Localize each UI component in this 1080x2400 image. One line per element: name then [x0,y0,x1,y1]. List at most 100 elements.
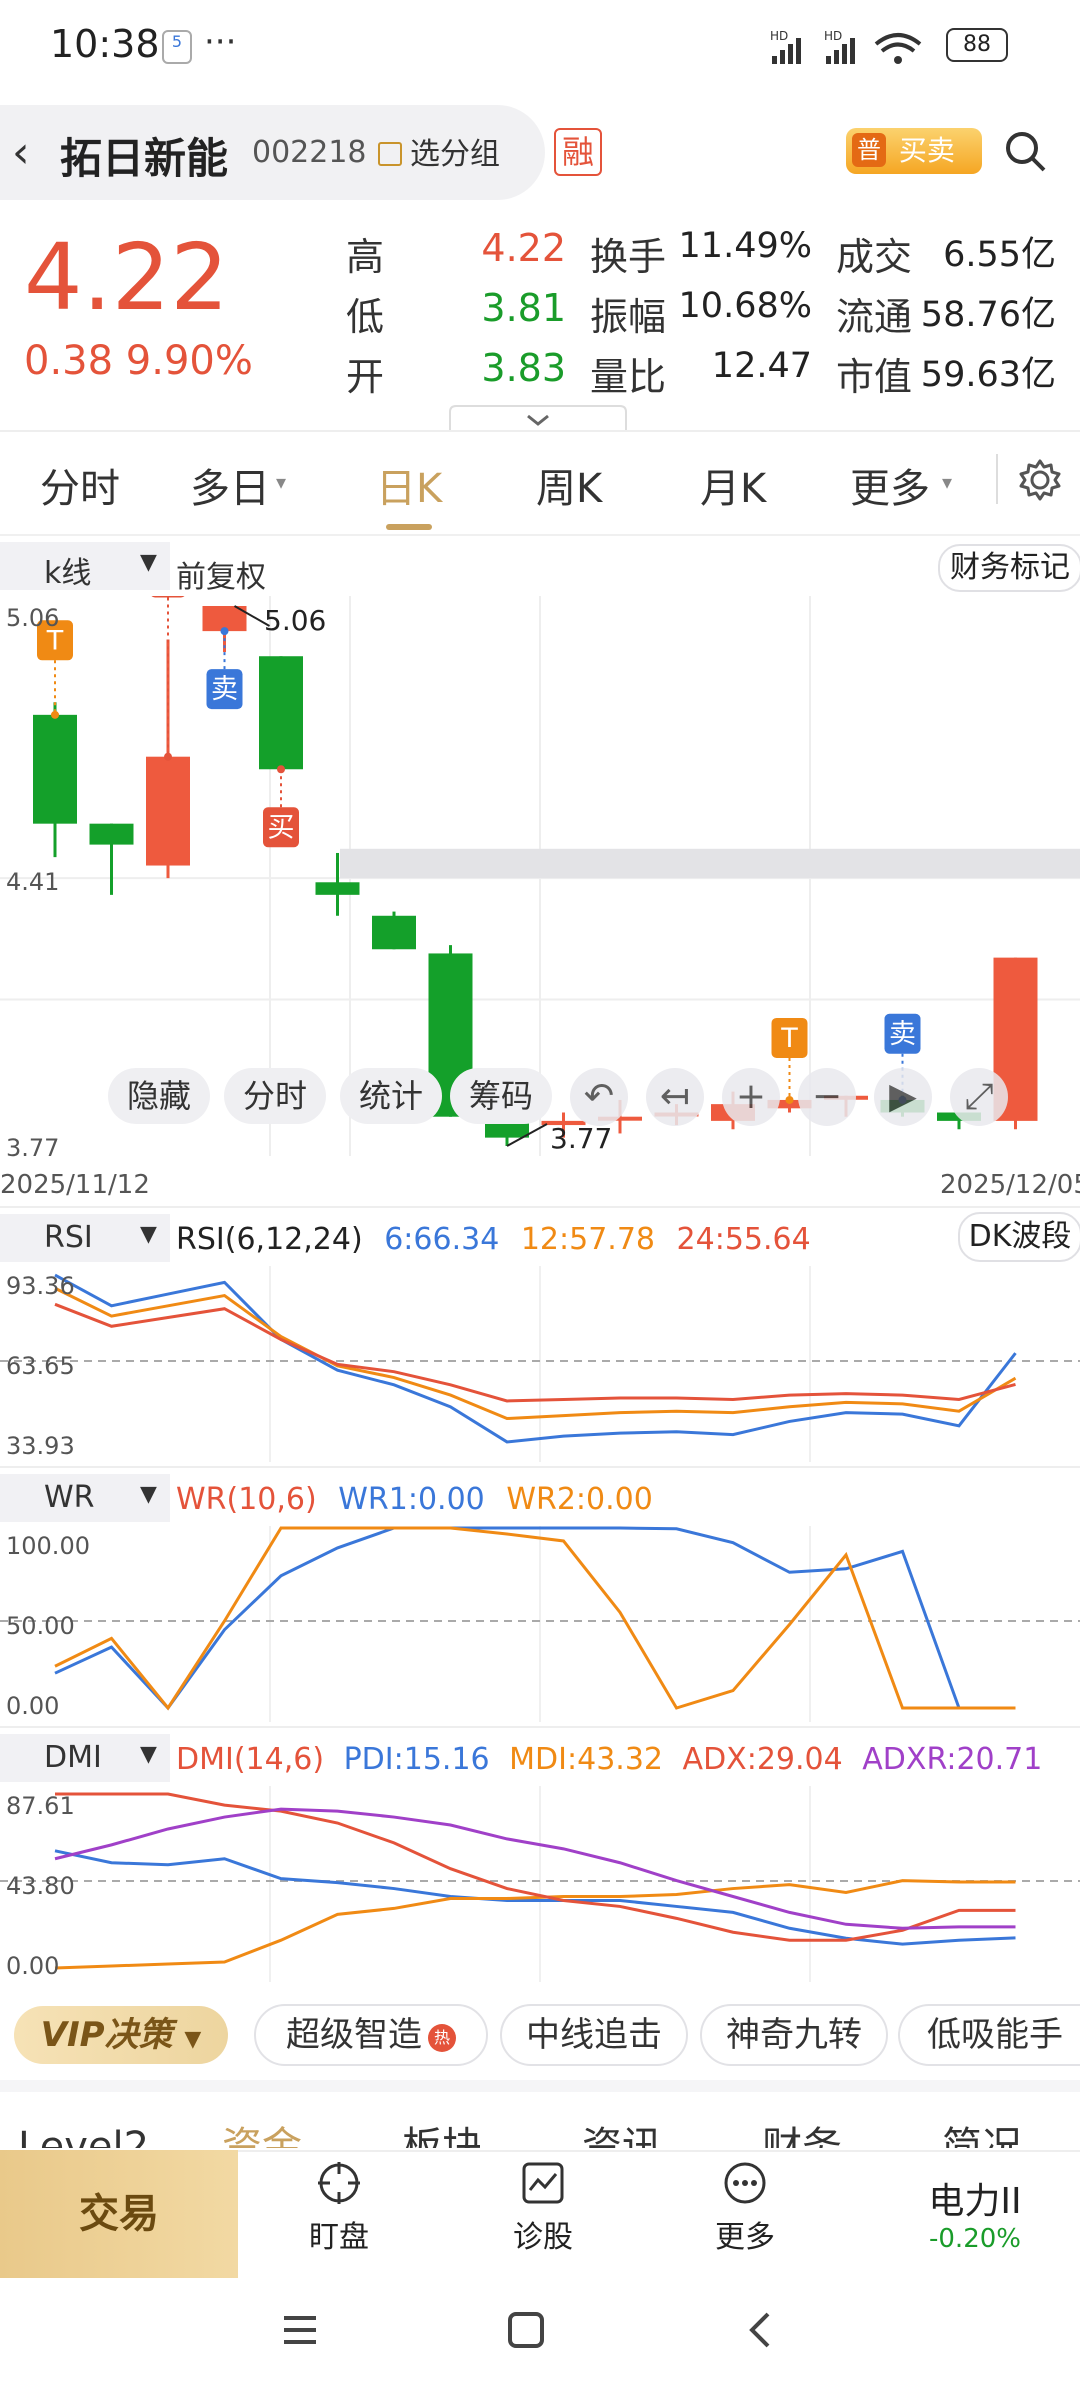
vip-chip-label: 超级智造 [286,2015,422,2055]
candle-body[interactable] [146,756,190,866]
wr-y-bot: 0.00 [6,1692,60,1720]
nav-item-1[interactable]: 诊股 [488,2160,598,2256]
dropdown-arrow-icon: ▼ [184,2027,202,2052]
mdi-value: MDI:43.32 [509,1742,663,1777]
vip-chip-1[interactable]: 中线追击 [500,2004,688,2066]
vip-chip-0[interactable]: 超级智造热 [254,2004,488,2066]
finance-marker-button[interactable]: 财务标记 [938,544,1080,592]
trade-button[interactable]: 交易 [0,2150,238,2278]
dk-band-button[interactable]: DK波段 [958,1212,1080,1262]
rsi-indicator-selector[interactable]: RSI ▼ [0,1214,170,1262]
vip-chip-3[interactable]: 低吸能手 [898,2004,1080,2066]
change-percent: 9.90% [125,338,253,384]
undo-icon[interactable]: ↶ [570,1068,628,1126]
kline-type-label: k线 [44,556,92,591]
signal-button[interactable]: 普 买卖点 [846,128,982,213]
signal-dot [164,752,172,761]
search-icon[interactable] [1004,130,1048,174]
back-icon[interactable]: ‹ [12,127,30,178]
bottom-tab-1[interactable]: 资金 [222,2112,302,2148]
battery-level: 88 [963,32,991,57]
notification-icon: 5 [162,30,192,64]
dmi-label: DMI [44,1740,102,1775]
dmi-indicator-selector[interactable]: DMI ▼ [0,1734,170,1782]
dropdown-arrow-icon: ▾ [942,470,953,494]
kline-control-0[interactable]: 隐藏 [108,1068,210,1124]
back-nav-icon[interactable] [740,2310,780,2350]
dropdown-arrow-icon: ▼ [140,1742,157,1767]
fullscreen-icon[interactable]: ⤢ [950,1068,1008,1126]
settings-gear-icon[interactable] [1018,458,1062,502]
tab-0[interactable]: 分时 [40,456,120,514]
home-icon[interactable] [506,2310,546,2350]
candle-body[interactable] [315,882,360,895]
bottom-tab-0[interactable]: Level2 [18,2112,149,2148]
kline-y-top: 5.06 [6,604,60,632]
vip-chip-label: 低吸能手 [927,2015,1063,2055]
rsi-label: RSI [44,1220,93,1255]
wr-title: WR(10,6) [176,1482,317,1517]
tab-5[interactable]: 更多 [850,456,930,514]
kline-type-selector[interactable]: k线 ▼ [0,542,170,591]
kline-control-1[interactable]: 分时 [224,1068,326,1124]
dmi-y-top: 87.61 [6,1792,75,1820]
kline-control-2[interactable]: 统计 [340,1068,442,1124]
step-back-icon[interactable]: ↤ [646,1068,704,1126]
svg-text:HD: HD [770,29,788,43]
wr-indicator-selector[interactable]: WR ▼ [0,1474,170,1522]
change-value: 0.38 [24,338,114,384]
bottom-tab-2[interactable]: 板块 [402,2112,482,2148]
bottom-tab-5[interactable]: 简况 [942,2112,1022,2148]
diagnosis-chart-icon [522,2162,564,2204]
series-line-3 [54,1807,1016,1930]
tab-3[interactable]: 周K [536,456,602,514]
tab-2[interactable]: 日K [376,456,442,514]
kline-low-marker: 3.77 [550,1122,613,1155]
candle-body[interactable] [372,915,416,950]
adx-value: ADX:29.04 [682,1742,843,1777]
wr-chart [0,1526,1080,1722]
kline-y-mid: 4.41 [6,868,60,896]
series-line-2 [54,1302,1016,1403]
svg-text:HD: HD [824,29,842,43]
margin-badge[interactable]: 融 [554,128,602,176]
vip-chip-label: 神奇九转 [726,2015,862,2055]
candle-body[interactable] [89,823,134,845]
vip-label: VIP决策 [40,2015,173,2055]
dmi-legend: DMI(14,6) PDI:15.16 MDI:43.32 ADX:29.04 … [176,1742,1042,1777]
nav-item-0[interactable]: 盯盘 [284,2160,394,2256]
watch-group-button[interactable]: 选分组 [378,129,500,173]
rsi-y-top: 93.36 [6,1272,75,1300]
index-name[interactable]: 电力II [880,2172,1070,2224]
zoom-in-icon[interactable]: + [722,1068,780,1126]
zoom-out-icon[interactable]: − [798,1068,856,1126]
battery-icon: 88 [946,28,1008,62]
kline-date-start: 2025/11/12 [0,1170,150,1200]
rsi-legend: RSI(6,12,24) 6:66.34 12:57.78 24:55.64 [176,1222,811,1257]
kline-control-3[interactable]: 筹码 [450,1068,552,1124]
play-icon[interactable]: ▶ [874,1068,932,1126]
quote-label3-0: 成交 [836,235,913,279]
menu-icon[interactable] [280,2310,320,2350]
bottom-tab-4[interactable]: 财务 [762,2112,842,2148]
signal-tag-买[interactable] [150,596,186,598]
candle-body[interactable] [259,656,303,770]
nav-item-label: 诊股 [513,2220,573,2255]
rsi-y-bot: 33.93 [6,1432,75,1460]
signal-dot [277,765,285,774]
candle-body[interactable] [33,714,77,824]
rsi-title: RSI(6,12,24) [176,1222,363,1257]
bottom-tab-3[interactable]: 资讯 [582,2112,662,2148]
vip-chip-2[interactable]: 神奇九转 [700,2004,888,2066]
divider [0,1466,1080,1468]
rsi-value-6: 6:66.34 [384,1222,500,1257]
wr1-value: WR1:0.00 [338,1482,485,1517]
status-bar: 10:38 5 ··· HD HD 88 [0,0,1080,95]
check-box-icon [378,142,402,166]
tab-4[interactable]: 月K [700,456,766,514]
nav-item-2[interactable]: 更多 [690,2160,800,2256]
adjust-mode-label[interactable]: 前复权 [176,552,266,596]
quote-label-1: 低 [346,295,385,339]
tab-1[interactable]: 多日 [190,456,270,514]
vip-decision-button[interactable]: VIP决策 ▼ [14,2006,228,2064]
